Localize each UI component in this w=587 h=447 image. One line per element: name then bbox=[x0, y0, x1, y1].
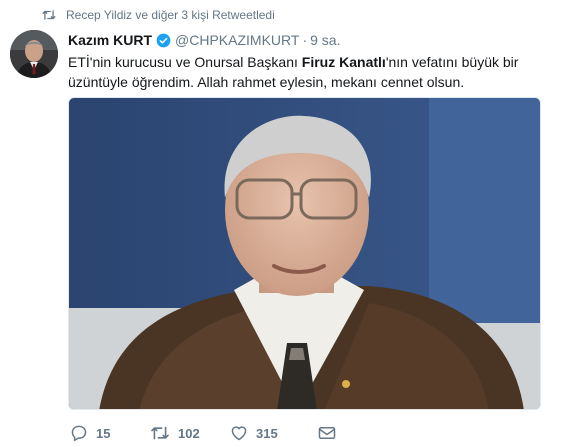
retweet-button[interactable]: 102 bbox=[150, 425, 230, 441]
heart-icon bbox=[231, 426, 247, 441]
verified-badge-icon bbox=[156, 33, 171, 48]
separator: · bbox=[302, 32, 308, 48]
retweet-count: 102 bbox=[178, 425, 200, 441]
tweet-text-bold[interactable]: Firuz Kanatlı bbox=[302, 54, 386, 70]
reply-button[interactable]: 15 bbox=[70, 425, 150, 441]
avatar[interactable] bbox=[10, 30, 58, 78]
tweet-header: Kazım KURT @CHPKAZIMKURT · 9 sa. bbox=[68, 31, 340, 49]
author-handle[interactable]: @CHPKAZIMKURT bbox=[175, 32, 299, 48]
tweet[interactable]: Recep Yildiz ve diğer 3 kişi Retweetledi… bbox=[0, 0, 587, 447]
retweet-context: Recep Yildiz ve diğer 3 kişi Retweetledi bbox=[42, 6, 275, 24]
timestamp[interactable]: 9 sa. bbox=[310, 32, 340, 48]
tweet-text: ETİ'nin kurucusu ve Onursal Başkanı Firu… bbox=[68, 52, 578, 92]
like-button[interactable]: 315 bbox=[230, 425, 318, 441]
envelope-icon bbox=[318, 427, 336, 439]
direct-message-button[interactable] bbox=[318, 426, 336, 440]
tweet-text-part1: ETİ'nin kurucusu ve Onursal Başkanı bbox=[68, 54, 302, 70]
photo-portrait bbox=[69, 98, 540, 409]
tweet-photo[interactable] bbox=[68, 97, 541, 410]
author-name[interactable]: Kazım KURT bbox=[68, 32, 152, 48]
tweet-actions: 15 102 315 bbox=[70, 422, 336, 444]
like-count: 315 bbox=[256, 425, 278, 441]
reply-icon bbox=[71, 425, 87, 441]
retweet-icon bbox=[151, 426, 169, 440]
retweet-context-text[interactable]: Recep Yildiz ve diğer 3 kişi Retweetledi bbox=[66, 8, 275, 22]
retweet-icon bbox=[42, 10, 56, 20]
reply-count: 15 bbox=[96, 425, 111, 441]
